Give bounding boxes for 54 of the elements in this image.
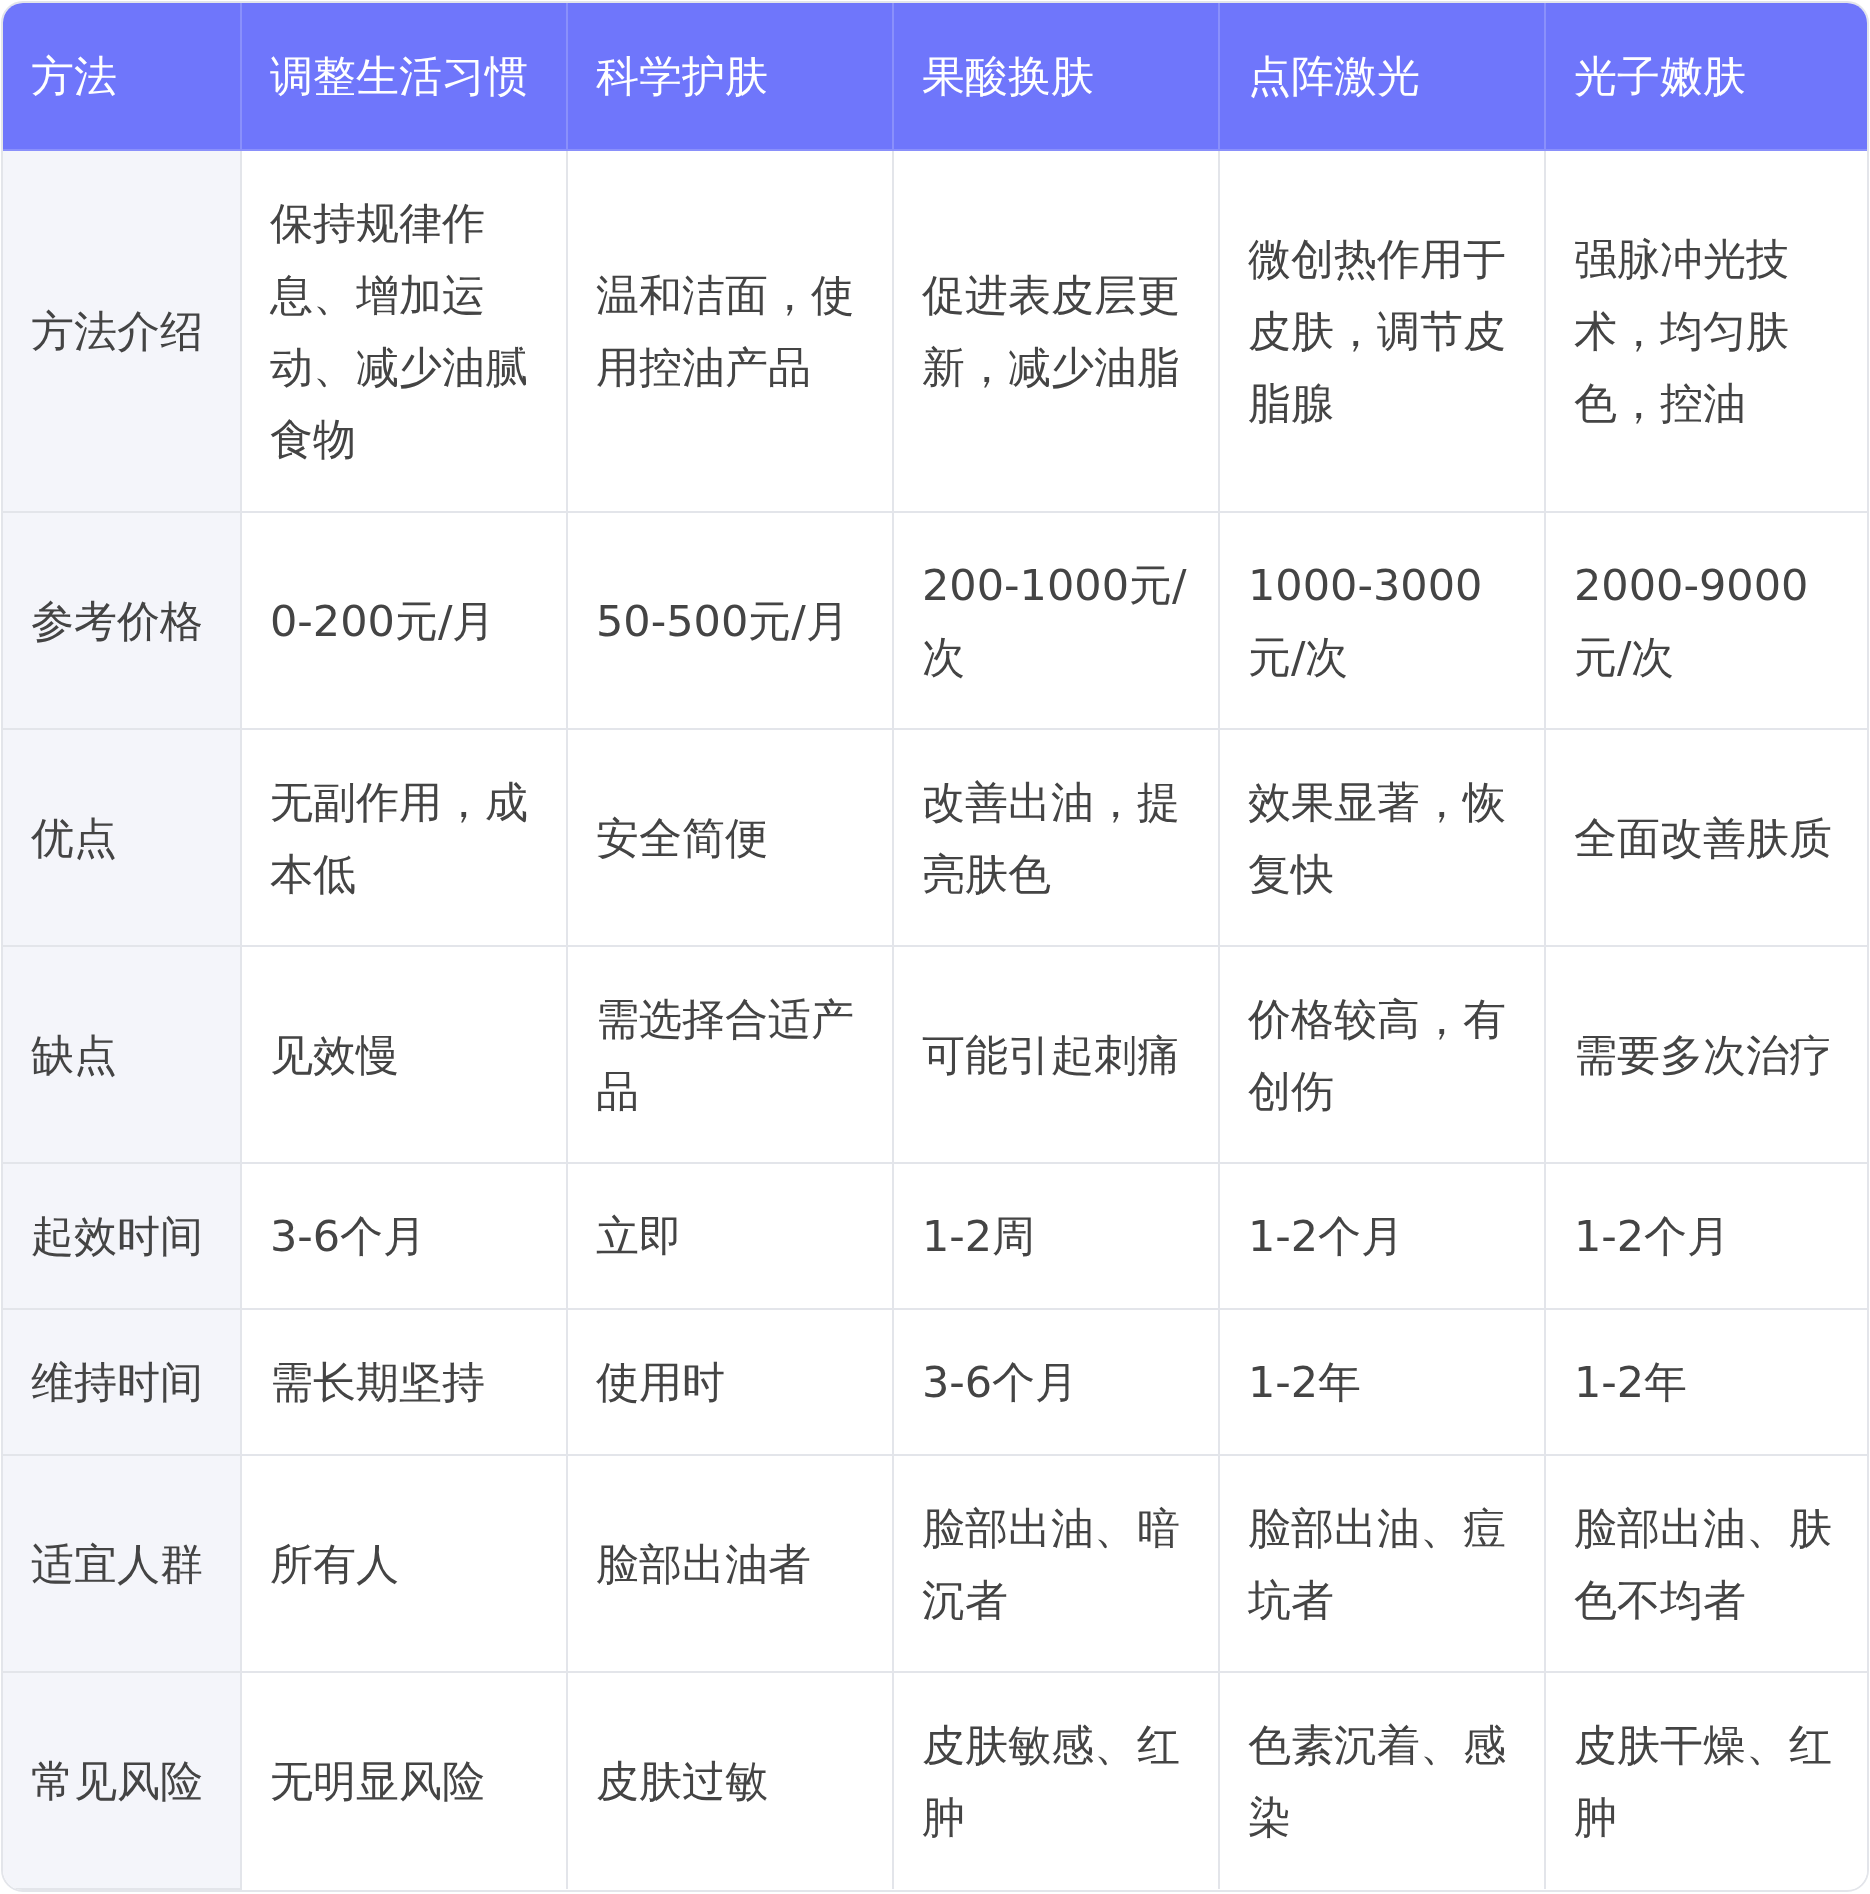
table-cell: 皮肤敏感、红肿 xyxy=(893,1672,1219,1889)
table-cell: 改善出油，提亮肤色 xyxy=(893,729,1219,946)
table-cell: 0-200元/月 xyxy=(241,512,567,729)
table-cell: 脸部出油、暗沉者 xyxy=(893,1455,1219,1672)
table-cell: 需选择合适产品 xyxy=(567,946,893,1163)
row-header: 适宜人群 xyxy=(3,1455,241,1672)
table-cell: 1-2周 xyxy=(893,1163,1219,1309)
table-cell: 强脉冲光技术，均匀肤色，控油 xyxy=(1545,150,1867,512)
table-cell: 1-2年 xyxy=(1219,1309,1545,1455)
table-cell: 1-2个月 xyxy=(1545,1163,1867,1309)
table-cell: 促进表皮层更新，减少油脂 xyxy=(893,150,1219,512)
column-header: 果酸换肤 xyxy=(893,3,1219,150)
table-cell: 无明显风险 xyxy=(241,1672,567,1889)
table-cell: 立即 xyxy=(567,1163,893,1309)
table-cell: 全面改善肤质 xyxy=(1545,729,1867,946)
column-header: 点阵激光 xyxy=(1219,3,1545,150)
table-cell: 脸部出油、痘坑者 xyxy=(1219,1455,1545,1672)
table-cell: 安全简便 xyxy=(567,729,893,946)
table-cell: 50-500元/月 xyxy=(567,512,893,729)
column-header: 方法 xyxy=(3,3,241,150)
row-header: 常见风险 xyxy=(3,1672,241,1889)
row-header: 维持时间 xyxy=(3,1309,241,1455)
table-cell: 保持规律作息、增加运动、减少油腻食物 xyxy=(241,150,567,512)
table-cell: 需要多次治疗 xyxy=(1545,946,1867,1163)
table-cell: 皮肤过敏 xyxy=(567,1672,893,1889)
table-cell: 需长期坚持 xyxy=(241,1309,567,1455)
row-header: 起效时间 xyxy=(3,1163,241,1309)
table-cell: 见效慢 xyxy=(241,946,567,1163)
table-cell: 皮肤干燥、红肿 xyxy=(1545,1672,1867,1889)
table-cell: 1-2个月 xyxy=(1219,1163,1545,1309)
table-cell: 3-6个月 xyxy=(241,1163,567,1309)
table-cell: 无副作用，成本低 xyxy=(241,729,567,946)
table-cell: 温和洁面，使用控油产品 xyxy=(567,150,893,512)
table-cell: 1-2年 xyxy=(1545,1309,1867,1455)
table-cell: 脸部出油者 xyxy=(567,1455,893,1672)
table-cell: 3-6个月 xyxy=(893,1309,1219,1455)
table-cell: 2000-9000元/次 xyxy=(1545,512,1867,729)
table-cell: 效果显著，恢复快 xyxy=(1219,729,1545,946)
column-header: 调整生活习惯 xyxy=(241,3,567,150)
row-header: 方法介绍 xyxy=(3,150,241,512)
row-header: 参考价格 xyxy=(3,512,241,729)
table-cell: 色素沉着、感染 xyxy=(1219,1672,1545,1889)
table-cell: 脸部出油、肤色不均者 xyxy=(1545,1455,1867,1672)
table-cell: 价格较高，有创伤 xyxy=(1219,946,1545,1163)
row-header: 缺点 xyxy=(3,946,241,1163)
table-cell: 微创热作用于皮肤，调节皮脂腺 xyxy=(1219,150,1545,512)
column-header: 科学护肤 xyxy=(567,3,893,150)
column-header: 光子嫩肤 xyxy=(1545,3,1867,150)
table-cell: 可能引起刺痛 xyxy=(893,946,1219,1163)
table-cell: 1000-3000元/次 xyxy=(1219,512,1545,729)
table-cell: 200-1000元/次 xyxy=(893,512,1219,729)
table-cell: 使用时 xyxy=(567,1309,893,1455)
row-header: 优点 xyxy=(3,729,241,946)
table-cell: 所有人 xyxy=(241,1455,567,1672)
